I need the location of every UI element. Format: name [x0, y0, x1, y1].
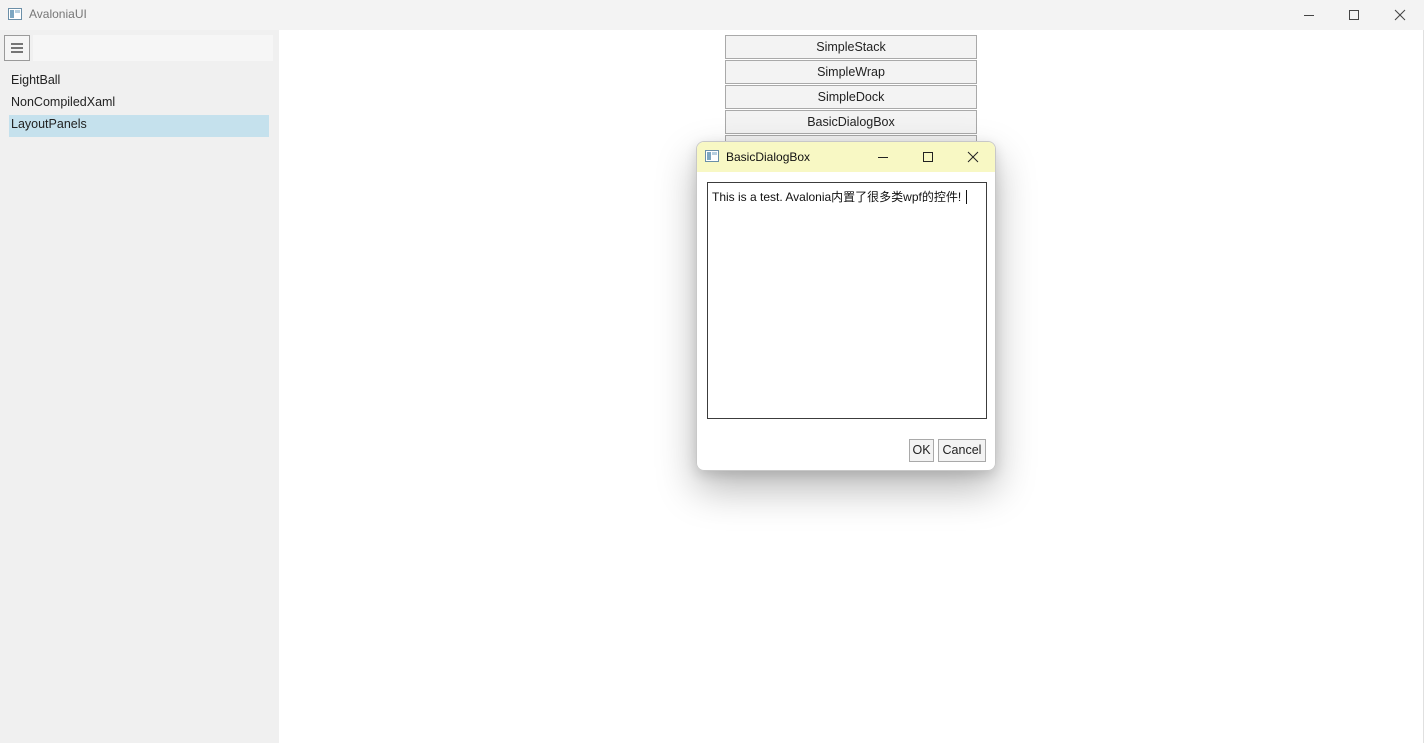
- app-title: AvaloniaUI: [29, 7, 87, 21]
- dialog-text: This is a test. Avalonia内置了很多类wpf的控件!: [712, 190, 962, 204]
- basic-dialog-window: BasicDialogBox This is a test. Avalonia内…: [696, 141, 996, 471]
- maximize-button[interactable]: [1331, 0, 1377, 30]
- main-window: AvaloniaUI EightBall NonCompiledXaml Lay…: [0, 0, 1424, 743]
- title-bar[interactable]: AvaloniaUI: [0, 0, 1424, 30]
- dialog-title-bar[interactable]: BasicDialogBox: [697, 142, 995, 172]
- dialog-minimize-button[interactable]: [863, 142, 903, 172]
- sidebar-item-noncompiledxaml[interactable]: NonCompiledXaml: [9, 93, 269, 115]
- dialog-title: BasicDialogBox: [726, 150, 811, 164]
- hamburger-button[interactable]: [4, 35, 30, 61]
- dialog-text-area[interactable]: This is a test. Avalonia内置了很多类wpf的控件!: [707, 182, 987, 419]
- maximize-icon: [923, 152, 933, 162]
- minimize-icon: [878, 157, 888, 158]
- simpledock-button[interactable]: SimpleDock: [725, 85, 977, 109]
- close-button[interactable]: [1377, 0, 1423, 30]
- simplestack-button[interactable]: SimpleStack: [725, 35, 977, 59]
- dialog-window-icon: [705, 150, 719, 162]
- text-caret: [966, 190, 968, 204]
- hamburger-icon: [11, 43, 23, 53]
- search-field[interactable]: [33, 35, 273, 61]
- simplewrap-button[interactable]: SimpleWrap: [725, 60, 977, 84]
- maximize-icon: [1349, 10, 1359, 20]
- minimize-icon: [1304, 15, 1314, 16]
- sidebar: EightBall NonCompiledXaml LayoutPanels: [0, 30, 279, 743]
- cancel-button[interactable]: Cancel: [938, 439, 986, 462]
- minimize-button[interactable]: [1286, 0, 1332, 30]
- dialog-maximize-button[interactable]: [908, 142, 948, 172]
- close-icon: [1394, 9, 1406, 21]
- basicdialogbox-button[interactable]: BasicDialogBox: [725, 110, 977, 134]
- sidebar-item-layoutpanels[interactable]: LayoutPanels: [9, 115, 269, 137]
- app-window-icon: [8, 8, 22, 20]
- dialog-close-button[interactable]: [953, 142, 993, 172]
- sidebar-item-eightball[interactable]: EightBall: [9, 71, 269, 93]
- ok-button[interactable]: OK: [909, 439, 934, 462]
- close-icon: [967, 151, 979, 163]
